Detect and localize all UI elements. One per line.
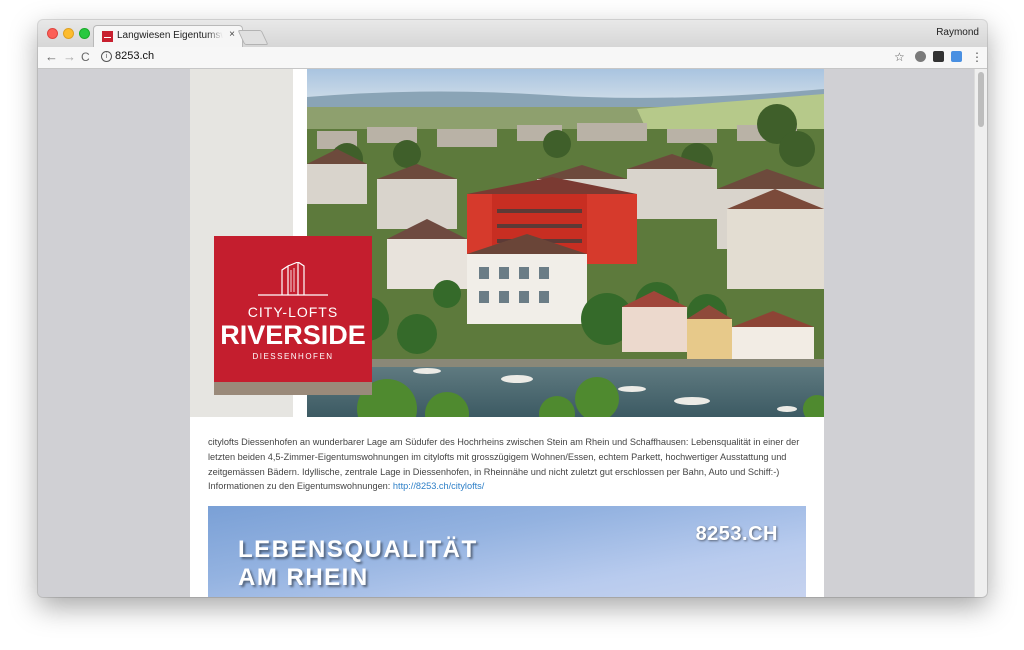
tab-title: Langwiesen Eigentumswohnungen <box>117 30 223 41</box>
close-window-button[interactable] <box>47 28 58 39</box>
page-viewport[interactable]: CITY-LOFTS RIVERSIDE DIESSENHOFEN citylo… <box>38 69 987 597</box>
vertical-scrollbar[interactable] <box>974 69 987 597</box>
profile-name[interactable]: Raymond <box>936 27 979 38</box>
extension-gear-icon[interactable] <box>915 51 926 62</box>
building-logo-icon <box>258 262 328 296</box>
back-arrow-icon[interactable]: ← <box>45 48 58 66</box>
extension-screen-icon[interactable] <box>933 51 944 62</box>
minimize-window-button[interactable] <box>63 28 74 39</box>
tab-bar: Langwiesen Eigentumswohnungen × Raymond <box>38 20 987 48</box>
page-content: CITY-LOFTS RIVERSIDE DIESSENHOFEN citylo… <box>190 69 824 597</box>
banner-headline-line2: AM RHEIN <box>238 564 369 591</box>
extension-blue-icon[interactable] <box>951 51 962 62</box>
logo-line-diessenhofen: DIESSENHOFEN <box>252 352 334 361</box>
address-url[interactable]: 8253.ch <box>115 50 154 62</box>
banner-headline-line1: LEBENSQUALITÄT <box>238 536 478 563</box>
scrollbar-thumb[interactable] <box>978 72 984 127</box>
citylofts-link[interactable]: http://8253.ch/citylofts/ <box>393 481 484 491</box>
tab-active[interactable]: Langwiesen Eigentumswohnungen × <box>93 25 243 48</box>
site-favicon-icon <box>102 31 113 42</box>
banner-headline: LEBENSQUALITÄT AM RHEIN <box>238 536 478 592</box>
zoom-window-button[interactable] <box>79 28 90 39</box>
city-lofts-logo: CITY-LOFTS RIVERSIDE DIESSENHOFEN <box>214 236 372 382</box>
banner-domain: 8253.CH <box>695 523 778 545</box>
reload-icon[interactable]: C <box>81 48 90 66</box>
banner-image: 8253.CH LEBENSQUALITÄT AM RHEIN <box>208 506 806 597</box>
close-icon[interactable]: × <box>229 29 235 40</box>
browser-window: Langwiesen Eigentumswohnungen × Raymond … <box>38 20 987 597</box>
address-bar[interactable]: i 8253.ch <box>99 49 889 65</box>
description-text: citylofts Diessenhofen an wunderbarer La… <box>208 437 800 492</box>
hero-town-photo <box>307 69 824 417</box>
logo-line-city-lofts: CITY-LOFTS <box>247 304 339 320</box>
bookmark-star-icon[interactable]: ☆ <box>894 50 905 64</box>
browser-toolbar: ← → C i 8253.ch ☆ ⋮ <box>38 47 987 69</box>
menu-dots-icon[interactable]: ⋮ <box>971 50 983 64</box>
description-paragraph: citylofts Diessenhofen an wunderbarer La… <box>208 435 808 494</box>
forward-arrow-icon[interactable]: → <box>63 48 76 66</box>
info-icon[interactable]: i <box>101 51 112 62</box>
logo-line-riverside: RIVERSIDE <box>220 320 366 350</box>
